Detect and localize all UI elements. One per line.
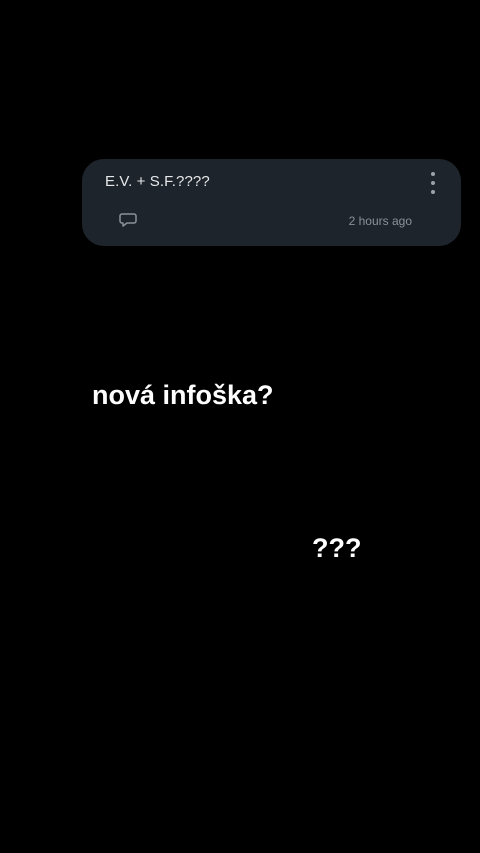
caption-text-2: ??? [304,528,370,570]
reply-icon[interactable] [119,212,137,228]
comment-card[interactable]: E.V. + S.F.???? 2 hours ago [82,159,461,246]
comment-timestamp: 2 hours ago [348,214,412,228]
more-dot [431,172,435,176]
caption-text-1: nová infoška? [85,374,281,418]
comment-text: E.V. + S.F.???? [105,173,210,190]
more-dot [431,190,435,194]
story-screen: E.V. + S.F.???? 2 hours ago nová infoška… [0,0,480,853]
more-options-icon[interactable] [425,172,441,194]
more-dot [431,181,435,185]
